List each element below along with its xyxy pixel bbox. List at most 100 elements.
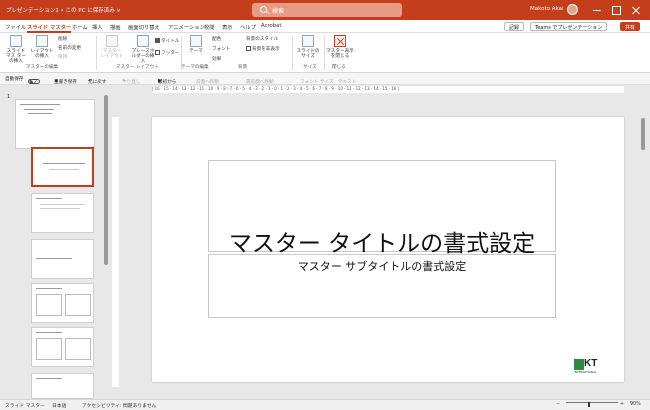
slide-master-icon xyxy=(10,35,22,47)
layout-thumbnail-title[interactable] xyxy=(31,147,94,187)
tab-view[interactable]: 表示 xyxy=(222,23,233,31)
thumb-line xyxy=(36,198,62,199)
title-checkbox[interactable]: タイトル xyxy=(155,38,179,44)
record-button[interactable]: 記録 xyxy=(504,22,525,31)
vertical-ruler xyxy=(112,117,119,387)
zoom-in-button[interactable]: + xyxy=(620,402,624,407)
slide-size-button[interactable]: スライドのサイズ xyxy=(296,35,320,59)
zoom-out-button[interactable]: − xyxy=(556,402,560,407)
tab-insert[interactable]: 挿入 xyxy=(92,23,103,31)
footer-checkbox[interactable]: フッター xyxy=(155,50,179,56)
tab-acrobat[interactable]: Acrobat xyxy=(261,23,281,29)
thumb-line xyxy=(28,113,52,114)
search-placeholder: 検索 xyxy=(272,8,285,15)
share-button[interactable]: 共有 xyxy=(620,22,641,31)
ribbon: スライド マス ターの挿入 レイアウトの挿入 削除 名前の変更 保持 マスターの… xyxy=(0,33,650,73)
thumb-box xyxy=(36,338,62,360)
thumb-line xyxy=(36,332,62,333)
close-master-view-button[interactable]: マスター表示を閉じる xyxy=(326,35,354,59)
thumb-line xyxy=(43,163,85,164)
preserve-button[interactable]: 保持 xyxy=(58,54,67,60)
tab-draw[interactable]: 描画 xyxy=(110,23,121,31)
delete-button[interactable]: 削除 xyxy=(58,36,67,42)
group-layout-label: マスター レイアウト xyxy=(116,65,159,70)
quick-access-toolbar: 自動保存 オフ ▣ 上書き保存 ↶ 元に戻す ↷ やり直し ▶ 最初から 前面へ… xyxy=(0,73,650,85)
master-thumbnail[interactable] xyxy=(15,99,95,149)
status-bar: スライド マスター 日本語 アクセシビリティ: 問題ありません − + 90% xyxy=(0,399,650,410)
layout-icon xyxy=(36,35,48,47)
insert-slide-master-button[interactable]: スライド マス ターの挿入 xyxy=(4,35,28,64)
tab-animations[interactable]: アニメーション xyxy=(168,23,205,31)
insert-layout-button[interactable]: レイアウトの挿入 xyxy=(30,35,54,59)
maximize-button[interactable] xyxy=(609,3,623,17)
theme-icon xyxy=(190,35,202,47)
master-layout-button[interactable]: マスター レイアウト xyxy=(100,35,124,59)
teams-present-button[interactable]: Teams でプレゼンテーション xyxy=(530,22,608,31)
document-title[interactable]: プレゼンテーション1 • この PC に保存済み ∨ xyxy=(6,6,121,14)
thumb-line xyxy=(20,104,60,105)
thumb-box xyxy=(65,338,91,360)
hide-background-checkbox[interactable]: 背景を非表示 xyxy=(246,46,280,52)
zoom-slider-thumb[interactable] xyxy=(588,402,590,407)
logo-mark xyxy=(574,359,584,370)
thumb-line xyxy=(36,288,62,289)
autosave-label: 自動保存 xyxy=(5,77,24,82)
group-edit-master-label: マスターの編集 xyxy=(26,65,59,70)
avatar[interactable] xyxy=(567,4,578,15)
layout-thumbnail[interactable] xyxy=(31,193,94,233)
checkbox-icon xyxy=(246,46,251,51)
zoom-slider[interactable] xyxy=(566,402,618,403)
ribbon-separator xyxy=(96,36,97,70)
rename-button[interactable]: 名前の変更 xyxy=(58,45,81,51)
effects-button[interactable]: 効果 xyxy=(212,56,221,62)
company-logo: KT INTERNATIONAL xyxy=(574,358,598,374)
accessibility-indicator[interactable]: アクセシビリティ: 問題ありません xyxy=(82,402,156,409)
slide-size-icon xyxy=(302,35,314,47)
thumbnail-scrollbar[interactable] xyxy=(104,95,108,265)
close-button[interactable] xyxy=(629,3,643,17)
colors-button[interactable]: 配色 xyxy=(212,36,221,42)
title-placeholder[interactable]: マスター タイトルの書式設定 xyxy=(208,160,556,257)
insert-placeholder-button[interactable]: プレースホルダーの挿入 xyxy=(130,35,156,64)
close-master-icon xyxy=(334,35,346,47)
subtitle-placeholder[interactable]: マスター サブタイトルの書式設定 xyxy=(208,254,556,318)
tab-transitions[interactable]: 画面切り替え xyxy=(128,23,160,31)
thumbnail-pane: 1 xyxy=(0,85,112,399)
horizontal-ruler: | 16 · 15 · 14 · 13 · 12 · 11 · 10 · 9 ·… xyxy=(152,86,624,93)
fonts-button[interactable]: フォント xyxy=(212,46,230,52)
tab-file[interactable]: ファイル xyxy=(5,23,26,31)
user-name[interactable]: Makoto Akai xyxy=(530,6,564,12)
thumb-line xyxy=(36,378,62,379)
slide-title: マスター タイトルの書式設定 xyxy=(228,231,536,257)
background-styles-button[interactable]: 背景のスタイル xyxy=(246,36,278,42)
layout-thumbnail[interactable] xyxy=(31,239,94,279)
thumb-line xyxy=(24,109,54,110)
zoom-level[interactable]: 90% xyxy=(630,402,641,407)
tab-slide-master[interactable]: スライド マスター xyxy=(27,23,72,33)
slide-number: 1 xyxy=(7,94,11,100)
tab-help[interactable]: ヘルプ xyxy=(240,23,256,31)
layout-thumbnail[interactable] xyxy=(31,327,94,367)
checkbox-icon xyxy=(155,50,160,55)
master-layout-icon xyxy=(106,35,118,47)
layout-thumbnail[interactable] xyxy=(31,373,94,399)
editor-scrollbar[interactable] xyxy=(641,118,645,150)
ribbon-separator xyxy=(292,36,293,70)
layout-thumbnail[interactable] xyxy=(31,283,94,323)
view-indicator: スライド マスター xyxy=(5,404,45,409)
thumb-box xyxy=(65,294,91,316)
thumb-line xyxy=(40,208,80,209)
tab-review[interactable]: 校閲 xyxy=(204,23,215,31)
minimize-button[interactable] xyxy=(590,3,604,17)
placeholder-icon xyxy=(137,35,149,47)
tab-home[interactable]: ホーム xyxy=(72,23,88,31)
language-indicator[interactable]: 日本語 xyxy=(52,402,66,409)
group-close-label: 閉じる xyxy=(332,65,346,70)
slide-canvas[interactable]: マスター タイトルの書式設定 マスター サブタイトルの書式設定 KT INTER… xyxy=(152,117,624,382)
thumb-box xyxy=(36,294,62,316)
slide-subtitle: マスター サブタイトルの書式設定 xyxy=(297,260,467,273)
themes-button[interactable]: テーマ xyxy=(184,35,208,54)
search-box[interactable]: 検索 xyxy=(252,3,402,17)
thumb-line xyxy=(40,204,84,205)
group-theme-label: テーマの編集 xyxy=(181,65,209,70)
